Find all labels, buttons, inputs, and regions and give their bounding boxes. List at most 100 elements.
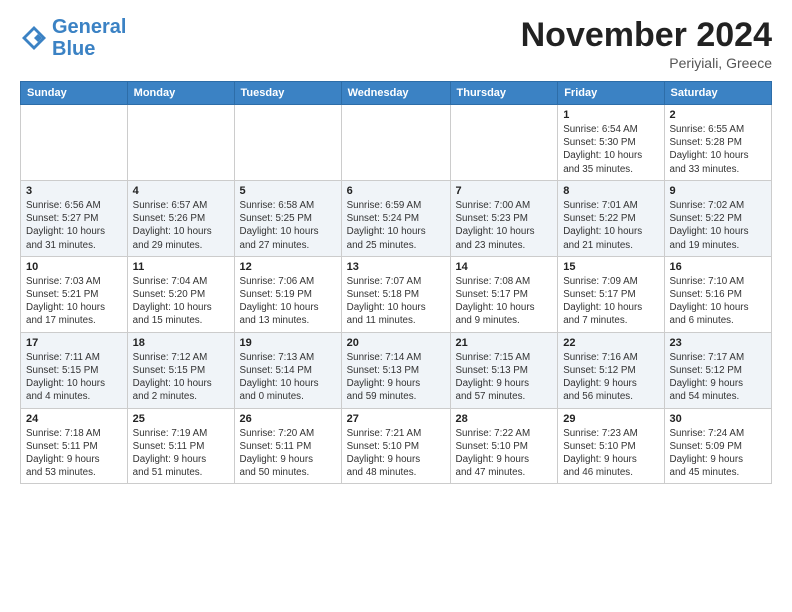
day-number: 28 bbox=[456, 413, 553, 425]
day-number: 30 bbox=[670, 413, 767, 425]
th-wednesday: Wednesday bbox=[341, 82, 450, 105]
day-info: Sunrise: 6:59 AM Sunset: 5:24 PM Dayligh… bbox=[347, 199, 445, 252]
day-info: Sunrise: 7:23 AM Sunset: 5:10 PM Dayligh… bbox=[563, 427, 658, 480]
cell-w2-d0: 10Sunrise: 7:03 AM Sunset: 5:21 PM Dayli… bbox=[21, 256, 128, 332]
cell-w4-d3: 27 Sunrise: 7:21 AM Sunset: 5:10 PM Dayli… bbox=[341, 408, 450, 484]
cell-w4-d6: 30 Sunrise: 7:24 AM Sunset: 5:09 PM Dayli… bbox=[664, 408, 772, 484]
day-number: 29 bbox=[563, 413, 658, 425]
cell-w3-d4: 21Sunrise: 7:15 AM Sunset: 5:13 PM Dayli… bbox=[450, 332, 558, 408]
logo-text: General Blue bbox=[52, 16, 126, 60]
calendar: Sunday Monday Tuesday Wednesday Thursday… bbox=[20, 81, 772, 484]
day-info: Sunrise: 7:00 AM Sunset: 5:23 PM Dayligh… bbox=[456, 199, 553, 252]
cell-w1-d2: 5 Sunrise: 6:58 AM Sunset: 5:25 PM Daylig… bbox=[234, 180, 341, 256]
header: General Blue November 2024 Periyiali, Gr… bbox=[20, 16, 772, 71]
day-number: 9 bbox=[670, 185, 767, 197]
header-row: Sunday Monday Tuesday Wednesday Thursday… bbox=[21, 82, 772, 105]
th-thursday: Thursday bbox=[450, 82, 558, 105]
cell-w0-d4 bbox=[450, 105, 558, 181]
day-number: 17 bbox=[26, 337, 122, 349]
day-number: 7 bbox=[456, 185, 553, 197]
day-info: Sunrise: 7:04 AM Sunset: 5:20 PM Dayligh… bbox=[133, 275, 229, 328]
day-info: Sunrise: 7:22 AM Sunset: 5:10 PM Dayligh… bbox=[456, 427, 553, 480]
day-info: Sunrise: 7:24 AM Sunset: 5:09 PM Dayligh… bbox=[670, 427, 767, 480]
day-number: 3 bbox=[26, 185, 122, 197]
day-info: Sunrise: 7:01 AM Sunset: 5:22 PM Dayligh… bbox=[563, 199, 658, 252]
cell-w3-d3: 20Sunrise: 7:14 AM Sunset: 5:13 PM Dayli… bbox=[341, 332, 450, 408]
day-info: Sunrise: 7:06 AM Sunset: 5:19 PM Dayligh… bbox=[240, 275, 336, 328]
cell-w0-d3 bbox=[341, 105, 450, 181]
day-number: 27 bbox=[347, 413, 445, 425]
th-saturday: Saturday bbox=[664, 82, 772, 105]
cell-w1-d1: 4Sunrise: 6:57 AM Sunset: 5:26 PM Daylig… bbox=[127, 180, 234, 256]
day-number: 6 bbox=[347, 185, 445, 197]
day-number: 4 bbox=[133, 185, 229, 197]
day-info: Sunrise: 7:19 AM Sunset: 5:11 PM Dayligh… bbox=[133, 427, 229, 480]
cell-w2-d5: 15 Sunrise: 7:09 AM Sunset: 5:17 PM Dayli… bbox=[558, 256, 664, 332]
logo: General Blue bbox=[20, 16, 126, 60]
day-info: Sunrise: 6:54 AM Sunset: 5:30 PM Dayligh… bbox=[563, 123, 658, 176]
day-number: 19 bbox=[240, 337, 336, 349]
cell-w3-d0: 17 Sunrise: 7:11 AM Sunset: 5:15 PM Dayli… bbox=[21, 332, 128, 408]
calendar-row-3: 17 Sunrise: 7:11 AM Sunset: 5:15 PM Dayli… bbox=[21, 332, 772, 408]
day-number: 21 bbox=[456, 337, 553, 349]
cell-w4-d2: 26 Sunrise: 7:20 AM Sunset: 5:11 PM Dayli… bbox=[234, 408, 341, 484]
day-number: 5 bbox=[240, 185, 336, 197]
cell-w3-d5: 22Sunrise: 7:16 AM Sunset: 5:12 PM Dayli… bbox=[558, 332, 664, 408]
location: Periyiali, Greece bbox=[521, 55, 772, 71]
day-number: 14 bbox=[456, 261, 553, 273]
calendar-row-1: 3Sunrise: 6:56 AM Sunset: 5:27 PM Daylig… bbox=[21, 180, 772, 256]
day-number: 1 bbox=[563, 109, 658, 121]
day-info: Sunrise: 7:14 AM Sunset: 5:13 PM Dayligh… bbox=[347, 351, 445, 404]
day-number: 8 bbox=[563, 185, 658, 197]
day-number: 23 bbox=[670, 337, 767, 349]
cell-w2-d4: 14 Sunrise: 7:08 AM Sunset: 5:17 PM Dayli… bbox=[450, 256, 558, 332]
th-monday: Monday bbox=[127, 82, 234, 105]
day-number: 13 bbox=[347, 261, 445, 273]
th-sunday: Sunday bbox=[21, 82, 128, 105]
cell-w0-d2 bbox=[234, 105, 341, 181]
cell-w0-d1 bbox=[127, 105, 234, 181]
logo-icon bbox=[20, 24, 48, 52]
th-friday: Friday bbox=[558, 82, 664, 105]
cell-w4-d5: 29 Sunrise: 7:23 AM Sunset: 5:10 PM Dayli… bbox=[558, 408, 664, 484]
day-info: Sunrise: 7:20 AM Sunset: 5:11 PM Dayligh… bbox=[240, 427, 336, 480]
calendar-row-4: 24Sunrise: 7:18 AM Sunset: 5:11 PM Dayli… bbox=[21, 408, 772, 484]
title-block: November 2024 Periyiali, Greece bbox=[521, 16, 772, 71]
cell-w4-d0: 24Sunrise: 7:18 AM Sunset: 5:11 PM Dayli… bbox=[21, 408, 128, 484]
cell-w4-d4: 28 Sunrise: 7:22 AM Sunset: 5:10 PM Dayli… bbox=[450, 408, 558, 484]
cell-w3-d2: 19Sunrise: 7:13 AM Sunset: 5:14 PM Dayli… bbox=[234, 332, 341, 408]
day-number: 11 bbox=[133, 261, 229, 273]
day-info: Sunrise: 7:17 AM Sunset: 5:12 PM Dayligh… bbox=[670, 351, 767, 404]
day-number: 26 bbox=[240, 413, 336, 425]
day-info: Sunrise: 6:55 AM Sunset: 5:28 PM Dayligh… bbox=[670, 123, 767, 176]
cell-w0-d0 bbox=[21, 105, 128, 181]
day-info: Sunrise: 7:21 AM Sunset: 5:10 PM Dayligh… bbox=[347, 427, 445, 480]
day-info: Sunrise: 7:11 AM Sunset: 5:15 PM Dayligh… bbox=[26, 351, 122, 404]
day-info: Sunrise: 7:02 AM Sunset: 5:22 PM Dayligh… bbox=[670, 199, 767, 252]
month-title: November 2024 bbox=[521, 16, 772, 55]
cell-w1-d6: 9 Sunrise: 7:02 AM Sunset: 5:22 PM Daylig… bbox=[664, 180, 772, 256]
day-number: 16 bbox=[670, 261, 767, 273]
day-info: Sunrise: 7:18 AM Sunset: 5:11 PM Dayligh… bbox=[26, 427, 122, 480]
cell-w1-d3: 6 Sunrise: 6:59 AM Sunset: 5:24 PM Daylig… bbox=[341, 180, 450, 256]
day-number: 12 bbox=[240, 261, 336, 273]
cell-w1-d4: 7 Sunrise: 7:00 AM Sunset: 5:23 PM Daylig… bbox=[450, 180, 558, 256]
day-info: Sunrise: 7:10 AM Sunset: 5:16 PM Dayligh… bbox=[670, 275, 767, 328]
cell-w3-d1: 18Sunrise: 7:12 AM Sunset: 5:15 PM Dayli… bbox=[127, 332, 234, 408]
calendar-row-0: 1 Sunrise: 6:54 AM Sunset: 5:30 PM Daylig… bbox=[21, 105, 772, 181]
day-number: 22 bbox=[563, 337, 658, 349]
cell-w0-d6: 2 Sunrise: 6:55 AM Sunset: 5:28 PM Daylig… bbox=[664, 105, 772, 181]
th-tuesday: Tuesday bbox=[234, 82, 341, 105]
day-number: 15 bbox=[563, 261, 658, 273]
day-number: 10 bbox=[26, 261, 122, 273]
cell-w1-d5: 8 Sunrise: 7:01 AM Sunset: 5:22 PM Daylig… bbox=[558, 180, 664, 256]
day-number: 25 bbox=[133, 413, 229, 425]
day-info: Sunrise: 7:08 AM Sunset: 5:17 PM Dayligh… bbox=[456, 275, 553, 328]
logo-blue: Blue bbox=[52, 38, 95, 60]
day-info: Sunrise: 7:09 AM Sunset: 5:17 PM Dayligh… bbox=[563, 275, 658, 328]
logo-general: General bbox=[52, 16, 126, 38]
day-info: Sunrise: 7:07 AM Sunset: 5:18 PM Dayligh… bbox=[347, 275, 445, 328]
day-number: 2 bbox=[670, 109, 767, 121]
cell-w3-d6: 23 Sunrise: 7:17 AM Sunset: 5:12 PM Dayli… bbox=[664, 332, 772, 408]
day-info: Sunrise: 6:58 AM Sunset: 5:25 PM Dayligh… bbox=[240, 199, 336, 252]
